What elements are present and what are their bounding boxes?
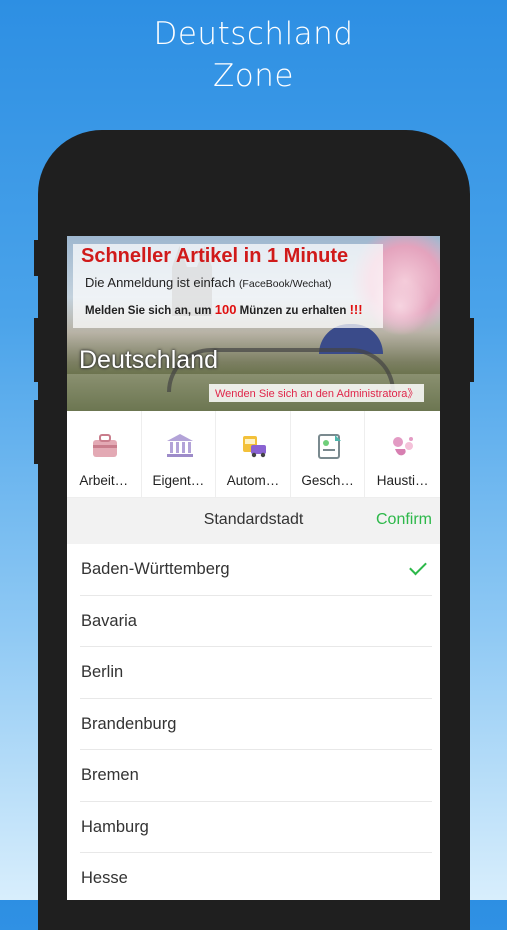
state-option-bremen[interactable]: Bremen bbox=[80, 750, 432, 802]
state-list: Baden-Württemberg Bavaria Berlin Branden… bbox=[67, 544, 440, 900]
category-label: Arbeit… bbox=[79, 473, 129, 488]
state-name: Bavaria bbox=[81, 611, 137, 630]
promo-title-line1: Deutschland bbox=[153, 16, 354, 52]
bank-icon bbox=[166, 434, 193, 457]
state-name: Baden-Württemberg bbox=[81, 560, 230, 578]
category-label: Eigent… bbox=[152, 473, 205, 488]
category-pets[interactable]: Hausti… bbox=[365, 411, 440, 497]
contact-admin-link[interactable]: Wenden Sie sich an den Administratora》 bbox=[209, 384, 425, 402]
banner-coins-text: Melden Sie sich an, um 100 Münzen zu erh… bbox=[85, 302, 363, 317]
category-property[interactable]: Eigent… bbox=[142, 411, 217, 497]
banner-subtitle: Die Anmeldung ist einfach (FaceBook/Wech… bbox=[85, 275, 332, 290]
state-name: Hesse bbox=[81, 869, 128, 887]
state-option-baden-wuerttemberg[interactable]: Baden-Württemberg bbox=[80, 544, 432, 596]
state-name: Berlin bbox=[81, 663, 124, 681]
state-name: Bremen bbox=[81, 766, 139, 784]
pet-icon bbox=[393, 437, 414, 456]
business-card-icon bbox=[317, 434, 341, 459]
briefcase-icon bbox=[93, 434, 117, 457]
state-option-brandenburg[interactable]: Brandenburg bbox=[80, 699, 432, 750]
category-label: Gesch… bbox=[301, 473, 354, 488]
promo-banner[interactable]: Schneller Artikel in 1 Minute Die Anmeld… bbox=[67, 236, 440, 411]
checkmark-icon bbox=[409, 557, 427, 576]
car-icon bbox=[243, 436, 267, 458]
state-option-hamburg[interactable]: Hamburg bbox=[80, 802, 432, 853]
state-option-berlin[interactable]: Berlin bbox=[80, 647, 432, 699]
category-jobs[interactable]: Arbeit… bbox=[67, 411, 142, 497]
category-automotive[interactable]: Autom… bbox=[216, 411, 291, 497]
state-name: Brandenburg bbox=[81, 714, 177, 733]
state-option-hesse[interactable]: Hesse bbox=[80, 853, 432, 900]
app-screen: Schneller Artikel in 1 Minute Die Anmeld… bbox=[67, 236, 440, 900]
state-option-bavaria[interactable]: Bavaria bbox=[80, 596, 432, 647]
category-business[interactable]: Gesch… bbox=[291, 411, 366, 497]
promo-title-line2: Zone bbox=[213, 58, 294, 94]
picker-header: Standardstadt Confirm bbox=[67, 498, 440, 544]
state-name: Hamburg bbox=[81, 817, 149, 836]
category-label: Hausti… bbox=[376, 473, 429, 488]
category-bar: Arbeit… Eigent… Autom… Gesch… Hausti… bbox=[67, 411, 440, 498]
banner-title: Schneller Artikel in 1 Minute bbox=[81, 245, 349, 267]
category-label: Autom… bbox=[226, 473, 280, 488]
banner-country: Deutschland bbox=[79, 346, 218, 374]
confirm-button[interactable]: Confirm bbox=[376, 511, 432, 529]
